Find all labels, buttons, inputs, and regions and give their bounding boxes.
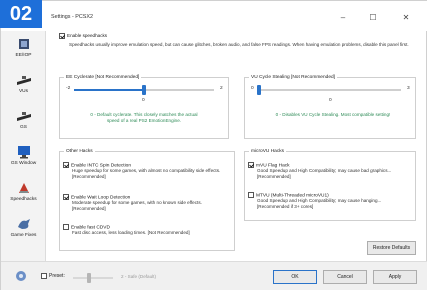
cancel-button[interactable]: Cancel (323, 270, 367, 284)
checkbox-mark (63, 194, 69, 200)
sidebar-item-speedhacks[interactable]: Speedhacks (1, 177, 46, 215)
vu-unit-icon (16, 76, 31, 85)
other-hacks-title: Other Hacks (64, 149, 95, 154)
window-title: Settings - PCSX2 (51, 14, 93, 20)
dialog-footer: Preset: 2 - Safe (Default) OK Cancel App… (1, 261, 427, 290)
microvu-hacks-group: microVU Hacks mVU Flag Hack Good Speedup… (244, 149, 416, 221)
vu-stealing-min: 0 (251, 86, 254, 91)
speedhacks-description: Speedhacks usually improve emulation spe… (69, 42, 409, 47)
ee-cyclerate-note: 0 - Default cyclerate. This closely matc… (90, 112, 198, 123)
checkbox-mark (41, 273, 47, 279)
sidebar-item-ee-iop[interactable]: EE/IOP (1, 33, 46, 71)
step-number-badge: 02 (0, 0, 42, 28)
sidebar-item-gs-window[interactable]: GS Window (1, 141, 46, 179)
ee-cyclerate-fill (74, 89, 144, 91)
ee-cyclerate-slider[interactable] (74, 85, 214, 95)
ee-cyclerate-group: EE Cyclerate [Not Recommended] -2 2 0 0 … (59, 75, 229, 139)
checkbox-mark (248, 192, 254, 198)
speedhacks-panel: Enable speedhacks Speedhacks usually imp… (49, 31, 424, 259)
fast-cdvd-description: Fast disc access, less loading times. [N… (72, 230, 190, 236)
preset-label: Preset: (49, 273, 65, 280)
close-button[interactable]: ✕ (394, 10, 418, 26)
checkbox-mark (59, 33, 65, 39)
sidebar-item-label: GS Window (10, 161, 37, 166)
vu-stealing-note: 0 - Disables VU Cycle Stealing. Most com… (275, 112, 391, 117)
title-bar: Settings - PCSX2 – ☐ ✕ (1, 1, 427, 31)
sidebar-item-label: GS (20, 125, 27, 130)
settings-window: Settings - PCSX2 – ☐ ✕ EE/IOP VUs GS GS … (0, 0, 427, 290)
other-hacks-group: Other Hacks Enable INTC Spin Detection H… (59, 149, 235, 251)
vu-cycle-stealing-group: VU Cycle Stealing [Not Recommended] 0 3 … (244, 75, 416, 139)
enable-speedhacks-label: Enable speedhacks (67, 33, 108, 39)
ee-cyclerate-thumb[interactable] (142, 85, 146, 95)
checkbox-mark (63, 162, 69, 168)
mvu-flag-description: Good Speedup and High Compatibility; may… (257, 168, 392, 180)
wait-loop-detection-option[interactable]: Enable Wait Loop Detection Moderate spee… (63, 194, 231, 212)
ee-cyclerate-max: 2 (220, 86, 223, 91)
ok-button[interactable]: OK (273, 270, 317, 284)
monitor-icon (17, 146, 30, 159)
vu-stealing-value: 0 (329, 98, 332, 103)
intc-spin-description: Huge speedup for some games, with almost… (72, 168, 221, 180)
game-fixes-icon (17, 219, 30, 229)
ee-cyclerate-min: -2 (66, 86, 71, 91)
cpu-chip-icon (18, 39, 29, 49)
microvu-hacks-title: microVU Hacks (249, 149, 287, 154)
intc-spin-detection-option[interactable]: Enable INTC Spin Detection Huge speedup … (63, 162, 231, 180)
ee-cyclerate-title: EE Cyclerate [Not Recommended] (64, 75, 142, 80)
ee-cyclerate-value: 0 (142, 98, 145, 103)
maximize-button[interactable]: ☐ (361, 10, 385, 26)
mtvu-option[interactable]: MTVU (Multi-Threaded microVU1) Good Spee… (248, 192, 412, 210)
mvu-flag-hack-option[interactable]: mVU Flag Hack Good Speedup and High Comp… (248, 162, 412, 180)
speedhacks-icon (18, 183, 29, 193)
gs-graphics-icon (16, 112, 31, 121)
sidebar-item-vus[interactable]: VUs (1, 69, 46, 107)
mtvu-description: Good Speedup and High Compatibility; may… (257, 198, 382, 210)
sidebar-item-label: Game Fixes (10, 233, 37, 238)
preset-icon (16, 271, 26, 281)
fast-cdvd-option[interactable]: Enable fast CDVD Fast disc access, less … (63, 224, 231, 236)
sidebar-item-label: EE/IOP (15, 53, 32, 58)
preset-slider-thumb[interactable] (87, 273, 91, 283)
sidebar-item-game-fixes[interactable]: Game Fixes (1, 213, 46, 251)
minimize-button[interactable]: – (331, 10, 355, 26)
vu-stealing-thumb[interactable] (257, 85, 261, 95)
vu-cycle-stealing-title: VU Cycle Stealing [Not Recommended] (249, 75, 337, 80)
preset-checkbox[interactable]: Preset: (41, 273, 65, 279)
checkbox-mark (248, 162, 254, 168)
wait-loop-description: Moderate speedup for some games, with no… (72, 200, 202, 212)
vu-stealing-slider[interactable] (257, 85, 401, 95)
sidebar-item-label: VUs (18, 89, 29, 94)
preset-slider[interactable] (73, 273, 113, 283)
apply-button[interactable]: Apply (373, 270, 417, 284)
sidebar-item-label: Speedhacks (10, 197, 37, 202)
vu-stealing-max: 3 (407, 86, 410, 91)
sidebar-item-gs[interactable]: GS (1, 105, 46, 143)
restore-defaults-button[interactable]: Restore Defaults (367, 241, 416, 255)
settings-sidebar: EE/IOP VUs GS GS Window Speedhacks Game … (1, 31, 46, 261)
checkbox-mark (63, 224, 69, 230)
enable-speedhacks-checkbox[interactable]: Enable speedhacks (59, 33, 107, 39)
preset-value: 2 - Safe (Default) (121, 274, 156, 279)
